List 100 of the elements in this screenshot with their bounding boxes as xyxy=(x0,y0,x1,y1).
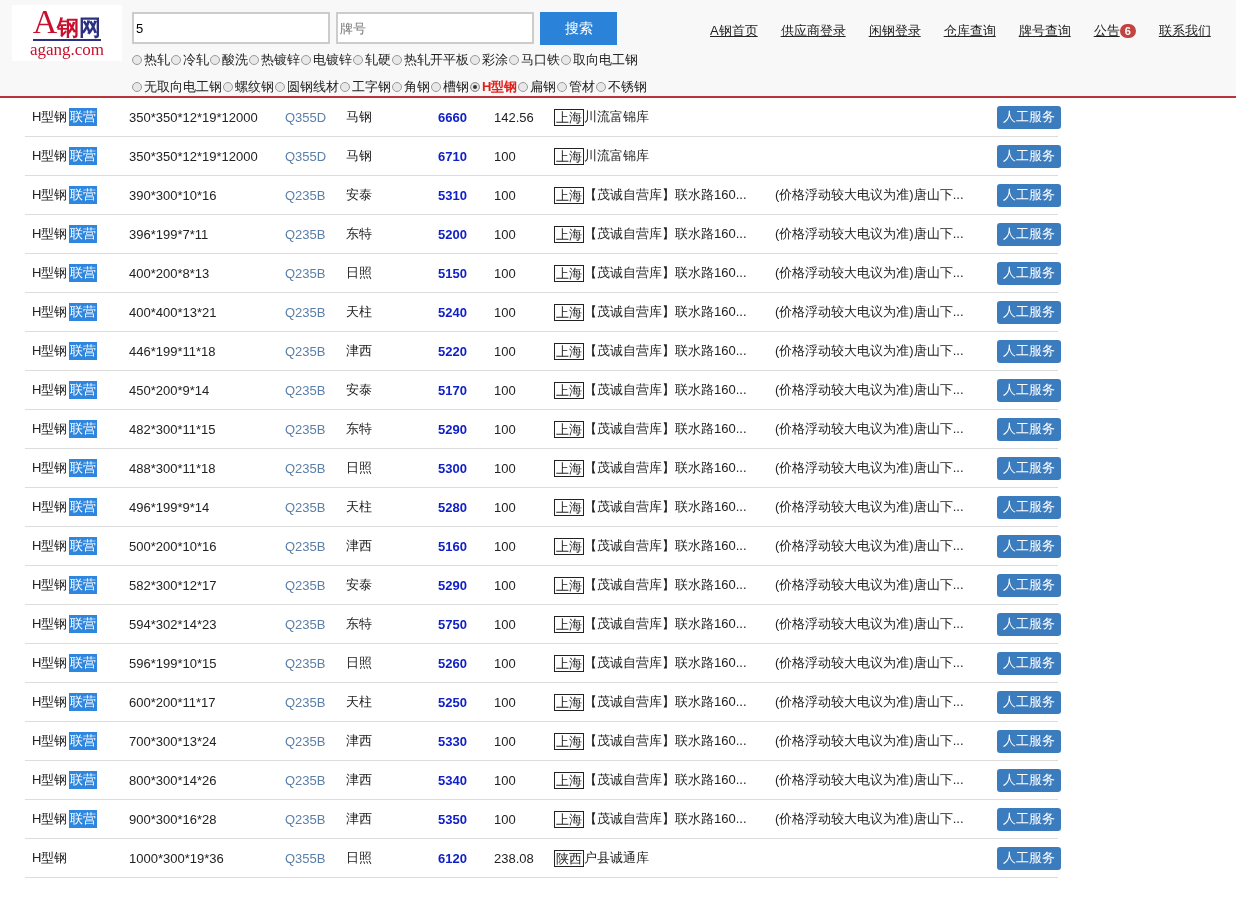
service-button[interactable]: 人工服务 xyxy=(997,807,1061,831)
grade-link[interactable]: Q235B xyxy=(285,343,326,359)
category-label[interactable]: 无取向电工钢 xyxy=(144,78,222,96)
category-label[interactable]: 热轧开平板 xyxy=(404,51,469,69)
service-button[interactable]: 人工服务 xyxy=(997,495,1061,519)
nav-link[interactable]: 仓库查询 xyxy=(943,22,996,40)
grade-link[interactable]: Q235B xyxy=(285,499,326,515)
category-label[interactable]: 马口铁 xyxy=(521,51,560,69)
radio-button[interactable] xyxy=(392,55,402,65)
service-button[interactable]: 人工服务 xyxy=(997,729,1061,753)
site-logo[interactable]: A钢网 agang.com xyxy=(12,5,122,61)
grade-field[interactable]: 牌号 xyxy=(336,12,534,44)
grade-link[interactable]: Q235B xyxy=(285,187,326,203)
category-label[interactable]: 螺纹钢 xyxy=(235,78,274,96)
grade-link[interactable]: Q235B xyxy=(285,772,326,788)
category-label[interactable]: 槽钢 xyxy=(443,78,469,96)
service-button[interactable]: 人工服务 xyxy=(997,378,1061,402)
radio-button[interactable] xyxy=(249,55,259,65)
radio-button[interactable] xyxy=(392,82,402,92)
radio-button[interactable] xyxy=(132,82,142,92)
radio-button[interactable] xyxy=(210,55,220,65)
grade-link[interactable]: Q235B xyxy=(285,421,326,437)
radio-button[interactable] xyxy=(431,82,441,92)
service-button[interactable]: 人工服务 xyxy=(997,456,1061,480)
service-button[interactable]: 人工服务 xyxy=(997,534,1061,558)
radio-button[interactable] xyxy=(301,55,311,65)
radio-button[interactable] xyxy=(171,55,181,65)
warehouse-cell: 【茂诚自营库】联水路160... xyxy=(584,498,747,516)
table-cell: 450*200*9*14 xyxy=(129,382,210,398)
table-cell: 500*200*10*16 xyxy=(129,538,217,554)
category-label[interactable]: 工字钢 xyxy=(352,78,391,96)
grade-link[interactable]: Q235B xyxy=(285,265,326,281)
grade-link[interactable]: Q235B xyxy=(285,577,326,593)
category-label[interactable]: 电镀锌 xyxy=(313,51,352,69)
grade-link[interactable]: Q235B xyxy=(285,655,326,671)
nav-link[interactable]: A钢首页 xyxy=(710,22,758,40)
price-cell: 5220 xyxy=(438,343,467,359)
radio-button[interactable] xyxy=(340,82,350,92)
grade-link[interactable]: Q235B xyxy=(285,733,326,749)
service-button[interactable]: 人工服务 xyxy=(997,105,1061,129)
grade-link[interactable]: Q355D xyxy=(285,148,327,164)
grade-link[interactable]: Q235B xyxy=(285,616,326,632)
grade-link[interactable]: Q355D xyxy=(285,109,327,125)
category-label[interactable]: 扁钢 xyxy=(530,78,557,96)
service-button[interactable]: 人工服务 xyxy=(997,261,1061,285)
grade-link[interactable]: Q235B xyxy=(285,460,326,476)
category-label[interactable]: 取向电工钢 xyxy=(573,51,638,69)
service-button[interactable]: 人工服务 xyxy=(997,768,1061,792)
search-button[interactable]: 搜索 xyxy=(540,12,617,45)
service-button[interactable]: 人工服务 xyxy=(997,417,1061,441)
service-button[interactable]: 人工服务 xyxy=(997,690,1061,714)
category-label[interactable]: 轧硬 xyxy=(365,51,391,69)
radio-button[interactable] xyxy=(470,55,480,65)
radio-button[interactable] xyxy=(470,82,480,92)
category-label[interactable]: 角钢 xyxy=(404,78,430,96)
nav-link[interactable]: 闲钢登录 xyxy=(868,22,921,40)
region-label: 上海 xyxy=(554,459,584,477)
service-button[interactable]: 人工服务 xyxy=(997,846,1061,870)
radio-button[interactable] xyxy=(518,82,529,92)
service-button[interactable]: 人工服务 xyxy=(997,300,1061,324)
grade-link[interactable]: Q235B xyxy=(285,226,326,242)
category-label[interactable]: 管材 xyxy=(569,78,596,96)
table-cell: H型钢 xyxy=(32,264,68,282)
nav-link[interactable]: 公告 xyxy=(1093,22,1120,40)
grade-link[interactable]: Q235B xyxy=(285,811,326,827)
radio-button[interactable] xyxy=(561,55,571,65)
price-cell: 5280 xyxy=(438,499,467,515)
category-label[interactable]: 酸洗 xyxy=(222,51,248,69)
table-cell: 安泰 xyxy=(346,186,372,204)
category-label[interactable]: 不锈钢 xyxy=(608,78,648,96)
radio-button[interactable] xyxy=(223,82,233,92)
service-button[interactable]: 人工服务 xyxy=(997,222,1061,246)
service-button[interactable]: 人工服务 xyxy=(997,144,1061,168)
grade-link[interactable]: Q235B xyxy=(285,304,326,320)
service-button[interactable]: 人工服务 xyxy=(997,183,1061,207)
nav-link[interactable]: 联系我们 xyxy=(1158,22,1211,40)
radio-button[interactable] xyxy=(557,82,568,92)
radio-button[interactable] xyxy=(509,55,519,65)
nav-link[interactable]: 供应商登录 xyxy=(780,22,846,40)
grade-link[interactable]: Q355B xyxy=(285,850,326,866)
category-label[interactable]: 热镀锌 xyxy=(261,51,300,69)
service-button[interactable]: 人工服务 xyxy=(997,612,1061,636)
service-button[interactable]: 人工服务 xyxy=(997,339,1061,363)
service-button[interactable]: 人工服务 xyxy=(997,573,1061,597)
grade-link[interactable]: Q235B xyxy=(285,694,326,710)
keyword-field[interactable]: 5 xyxy=(132,12,330,44)
grade-link[interactable]: Q235B xyxy=(285,538,326,554)
radio-button[interactable] xyxy=(275,82,285,92)
nav-link[interactable]: 牌号查询 xyxy=(1018,22,1071,40)
grade-link[interactable]: Q235B xyxy=(285,382,326,398)
radio-button[interactable] xyxy=(132,55,142,65)
service-button[interactable]: 人工服务 xyxy=(997,651,1061,675)
category-label[interactable]: 热轧 xyxy=(144,51,170,69)
radio-button[interactable] xyxy=(353,55,363,65)
category-label[interactable]: 圆钢线材 xyxy=(287,78,339,96)
table-cell: (价格浮动较大电议为准)唐山下... xyxy=(775,342,964,360)
radio-button[interactable] xyxy=(596,82,607,92)
category-label[interactable]: 冷轧 xyxy=(183,51,209,69)
category-label[interactable]: H型钢 xyxy=(482,78,518,96)
category-label[interactable]: 彩涂 xyxy=(482,51,508,69)
